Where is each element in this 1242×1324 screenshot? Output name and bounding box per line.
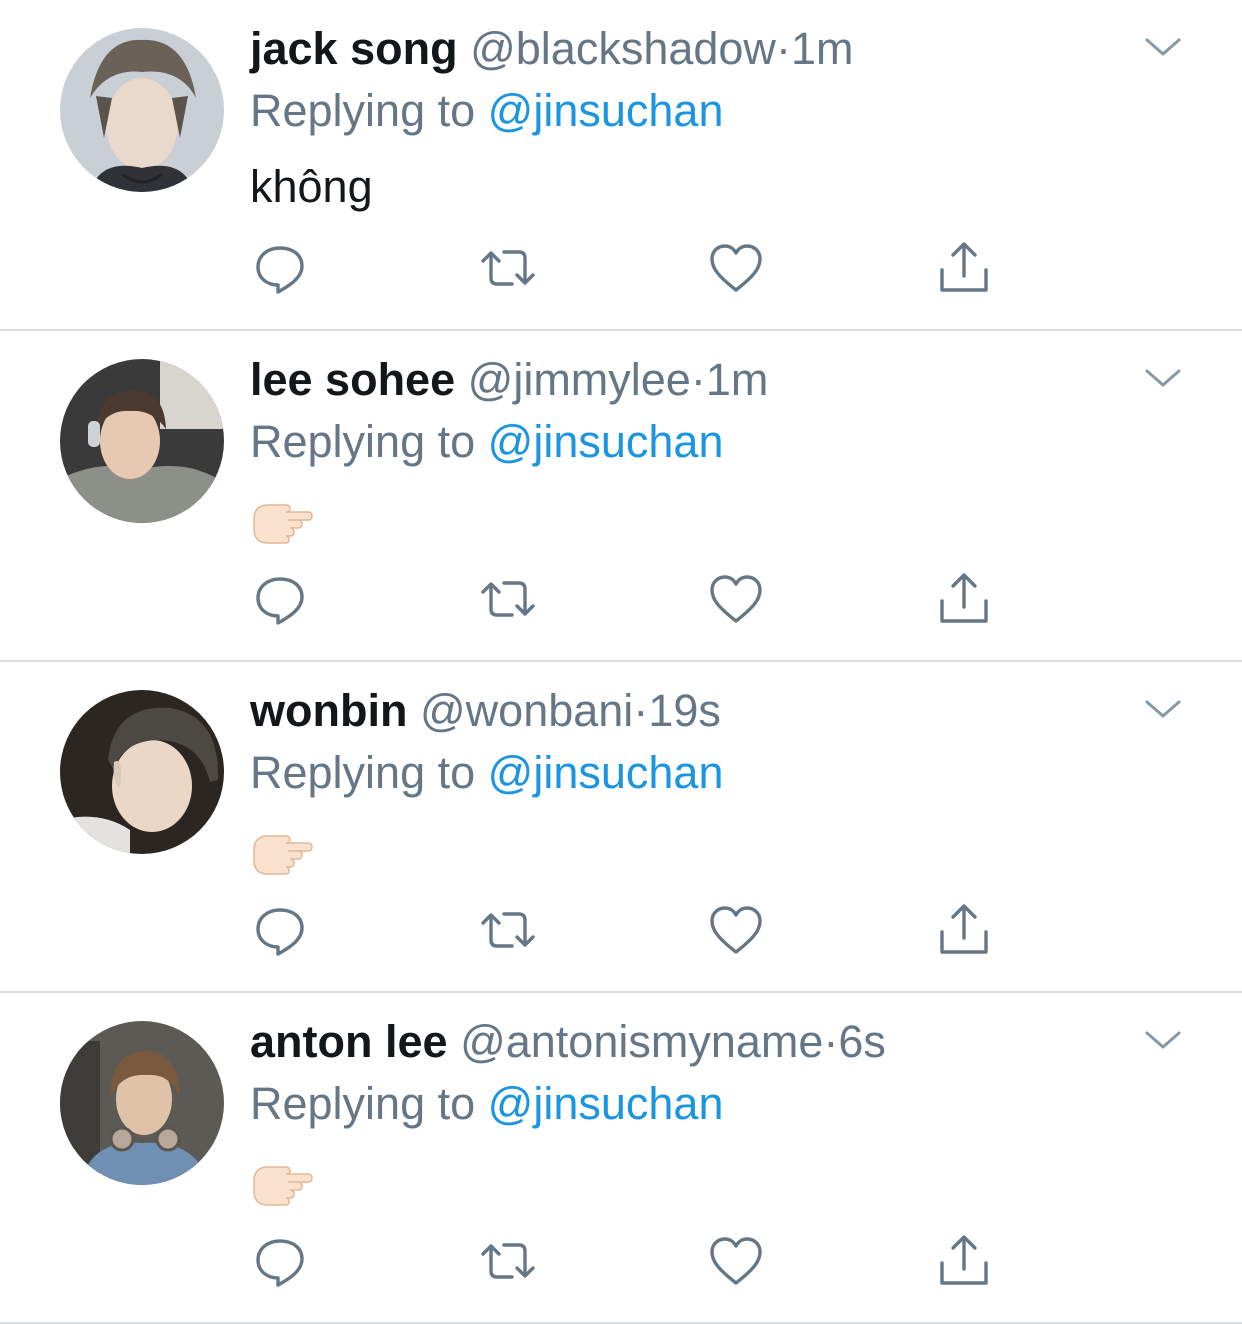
retweet-button[interactable]: [480, 1233, 536, 1289]
retweet-button[interactable]: [480, 902, 536, 958]
user-handle[interactable]: @jimmylee: [468, 354, 691, 405]
reply-icon: [256, 577, 304, 625]
reply-button[interactable]: [252, 571, 308, 627]
replying-prefix: Replying to: [250, 747, 476, 798]
tweet-reply[interactable]: anton lee @antonismyname·6s Replying to …: [0, 993, 1242, 1324]
replying-to-link[interactable]: @jinsuchan: [488, 416, 724, 467]
chevron-down-icon[interactable]: [1143, 34, 1183, 60]
replying-to-link[interactable]: @jinsuchan: [488, 747, 724, 798]
retweet-icon: [481, 581, 535, 617]
share-icon: [940, 242, 988, 292]
like-icon: [710, 1237, 762, 1285]
reply-button[interactable]: [252, 902, 308, 958]
reply-icon: [256, 246, 304, 294]
avatar[interactable]: [60, 1021, 224, 1185]
like-icon: [710, 906, 762, 954]
share-button[interactable]: [936, 902, 992, 958]
share-icon: [940, 1235, 988, 1285]
avatar-photo-icon: [60, 359, 224, 523]
share-button[interactable]: [936, 240, 992, 296]
like-button[interactable]: [708, 571, 764, 627]
reply-button[interactable]: [252, 240, 308, 296]
user-handle[interactable]: @antonismyname: [460, 1016, 823, 1067]
tweet-reply[interactable]: jack song @blackshadow·1m Replying to @j…: [0, 0, 1242, 331]
avatar[interactable]: [60, 359, 224, 523]
timestamp[interactable]: 1m: [791, 23, 854, 74]
tweet-header: lee sohee @jimmylee·1m: [250, 351, 768, 409]
avatar[interactable]: [60, 28, 224, 192]
retweet-icon: [481, 912, 535, 948]
replying-prefix: Replying to: [250, 85, 476, 136]
retweet-icon: [481, 250, 535, 286]
tweet-header: wonbin @wonbani·19s: [250, 682, 721, 740]
display-name[interactable]: anton lee: [250, 1016, 448, 1067]
like-icon: [710, 244, 762, 292]
timestamp[interactable]: 1m: [706, 354, 769, 405]
like-icon: [710, 575, 762, 623]
share-icon: [940, 904, 988, 954]
like-button[interactable]: [708, 902, 764, 958]
tweet-header: jack song @blackshadow·1m: [250, 20, 853, 78]
avatar-photo-icon: [60, 28, 224, 192]
chevron-down-icon[interactable]: [1143, 1027, 1183, 1053]
like-button[interactable]: [708, 240, 764, 296]
replying-to-link[interactable]: @jinsuchan: [488, 85, 724, 136]
pointing-hand-emoji-icon: [253, 504, 313, 544]
separator-dot: ·: [775, 23, 791, 74]
timestamp[interactable]: 19s: [648, 685, 721, 736]
user-handle[interactable]: @wonbani: [420, 685, 633, 736]
replying-to-line: Replying to @jinsuchan: [250, 82, 723, 140]
replying-to-line: Replying to @jinsuchan: [250, 1075, 723, 1133]
retweet-button[interactable]: [480, 240, 536, 296]
replying-to-line: Replying to @jinsuchan: [250, 413, 723, 471]
share-button[interactable]: [936, 1233, 992, 1289]
reply-icon: [256, 1239, 304, 1287]
avatar-photo-icon: [60, 690, 224, 854]
replying-to-link[interactable]: @jinsuchan: [488, 1078, 724, 1129]
reply-button[interactable]: [252, 1233, 308, 1289]
like-button[interactable]: [708, 1233, 764, 1289]
chevron-down-icon[interactable]: [1143, 365, 1183, 391]
timestamp[interactable]: 6s: [838, 1016, 886, 1067]
display-name[interactable]: jack song: [250, 23, 458, 74]
chevron-down-icon[interactable]: [1143, 696, 1183, 722]
tweet-reply[interactable]: lee sohee @jimmylee·1m Replying to @jins…: [0, 331, 1242, 662]
replying-to-line: Replying to @jinsuchan: [250, 744, 723, 802]
display-name[interactable]: wonbin: [250, 685, 407, 736]
replying-prefix: Replying to: [250, 1078, 476, 1129]
share-icon: [940, 573, 988, 623]
tweet-reply[interactable]: wonbin @wonbani·19s Replying to @jinsuch…: [0, 662, 1242, 993]
pointing-hand-emoji-icon: [253, 1166, 313, 1206]
share-button[interactable]: [936, 571, 992, 627]
user-handle[interactable]: @blackshadow: [470, 23, 776, 74]
tweet-text: không: [250, 161, 373, 212]
separator-dot: ·: [823, 1016, 839, 1067]
replying-prefix: Replying to: [250, 416, 476, 467]
display-name[interactable]: lee sohee: [250, 354, 455, 405]
avatar-photo-icon: [60, 1021, 224, 1185]
retweet-icon: [481, 1243, 535, 1279]
separator-dot: ·: [690, 354, 706, 405]
avatar[interactable]: [60, 690, 224, 854]
separator-dot: ·: [633, 685, 649, 736]
retweet-button[interactable]: [480, 571, 536, 627]
tweet-header: anton lee @antonismyname·6s: [250, 1013, 886, 1071]
reply-icon: [256, 908, 304, 956]
pointing-hand-emoji-icon: [253, 835, 313, 875]
